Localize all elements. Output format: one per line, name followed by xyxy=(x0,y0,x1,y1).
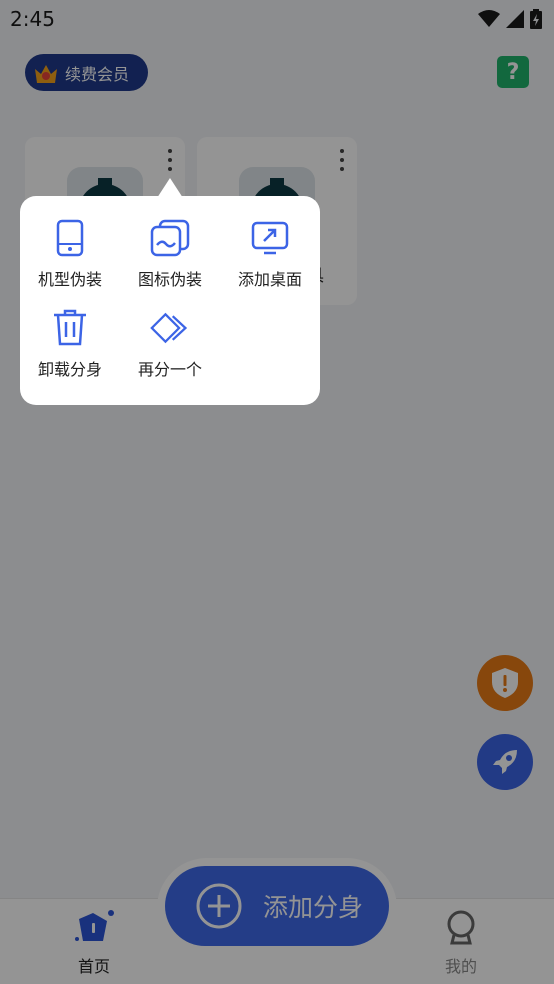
app-options-popup: 机型伪装 图标伪装 添加桌面 卸载分身 再分一个 xyxy=(20,196,320,405)
menu-item-label: 机型伪装 xyxy=(37,270,102,289)
menu-item-clone-again[interactable]: 再分一个 xyxy=(120,308,220,380)
menu-item-add-to-desktop[interactable]: 添加桌面 xyxy=(220,218,320,290)
menu-item-label: 卸载分身 xyxy=(37,360,102,379)
menu-item-device-disguise[interactable]: 机型伪装 xyxy=(20,218,120,290)
menu-item-label: 图标伪装 xyxy=(137,270,202,289)
diamond-duplicate-icon xyxy=(150,308,190,348)
modal-overlay[interactable] xyxy=(0,0,554,984)
add-to-desktop-icon xyxy=(250,218,290,258)
menu-item-icon-disguise[interactable]: 图标伪装 xyxy=(120,218,220,290)
trash-icon xyxy=(50,308,90,348)
popup-pointer xyxy=(157,178,183,198)
menu-item-label: 添加桌面 xyxy=(237,270,302,289)
menu-item-label: 再分一个 xyxy=(137,360,202,379)
menu-item-uninstall-clone[interactable]: 卸载分身 xyxy=(20,308,120,380)
phone-icon xyxy=(50,218,90,258)
image-stack-icon xyxy=(150,218,190,258)
